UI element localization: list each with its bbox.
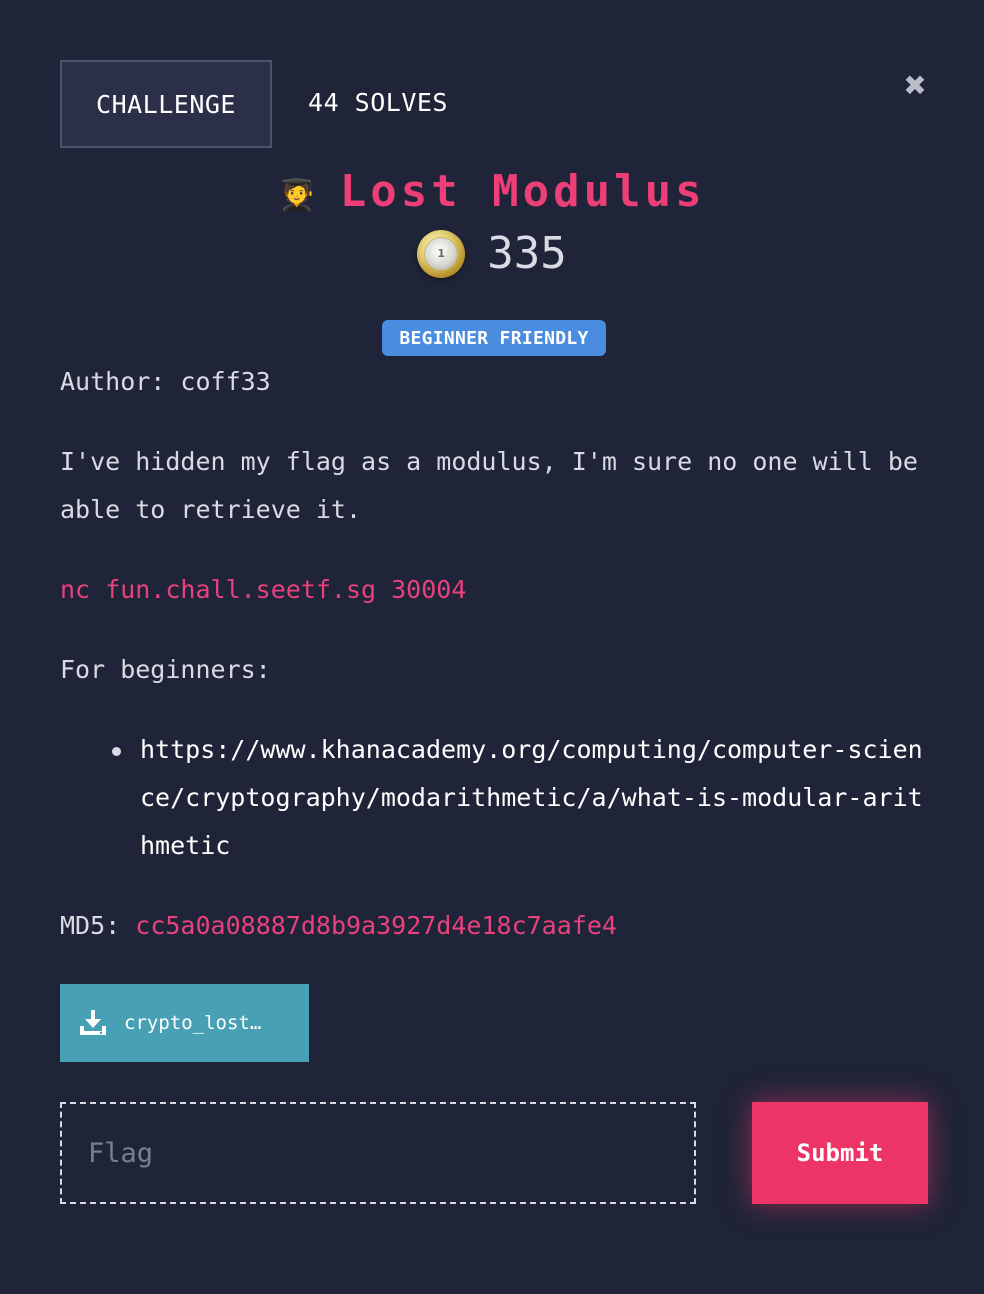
coin-icon: 1 <box>417 229 466 278</box>
list-item: https://www.khanacademy.org/computing/co… <box>112 726 930 870</box>
challenge-points: 335 <box>487 228 567 279</box>
challenge-description: Author: coff33 I've hidden my flag as a … <box>60 358 930 982</box>
points-row: 1 335 <box>0 228 984 279</box>
download-file-label: crypto_lost… <box>124 1012 262 1034</box>
connection-command: nc fun.chall.seetf.sg 30004 <box>60 575 467 604</box>
download-icon <box>80 1010 106 1035</box>
md5-line: MD5: cc5a0a08887d8b9a3927d4e18c7aafe4 <box>60 902 930 950</box>
author-line: Author: coff33 <box>60 358 930 406</box>
author-name: coff33 <box>180 367 271 396</box>
description-intro: I've hidden my flag as a modulus, I'm su… <box>60 447 918 524</box>
md5-label: MD5: <box>60 911 121 940</box>
coin-face: 1 <box>424 236 459 271</box>
resource-link[interactable]: https://www.khanacademy.org/computing/co… <box>140 735 923 860</box>
title-row: 🧑‍🎓 Lost Modulus <box>0 166 984 217</box>
tab-challenge[interactable]: CHALLENGE <box>60 60 272 148</box>
student-emoji-icon: 🧑‍🎓 <box>278 178 316 213</box>
md5-hash: cc5a0a08887d8b9a3927d4e18c7aafe4 <box>135 911 617 940</box>
challenge-title: Lost Modulus <box>339 166 706 217</box>
resource-list: https://www.khanacademy.org/computing/co… <box>60 726 930 870</box>
bullet-icon <box>112 747 121 756</box>
download-file-button[interactable]: crypto_lost… <box>60 984 309 1062</box>
flag-input[interactable] <box>60 1102 696 1204</box>
author-label: Author: <box>60 367 166 396</box>
submit-button[interactable]: Submit <box>752 1102 928 1204</box>
close-icon[interactable]: ✖ <box>902 69 928 102</box>
tab-solves[interactable]: 44 SOLVES <box>268 60 488 144</box>
difficulty-badge: BEGINNER FRIENDLY <box>382 320 606 356</box>
beginners-label: For beginners: <box>60 655 271 684</box>
